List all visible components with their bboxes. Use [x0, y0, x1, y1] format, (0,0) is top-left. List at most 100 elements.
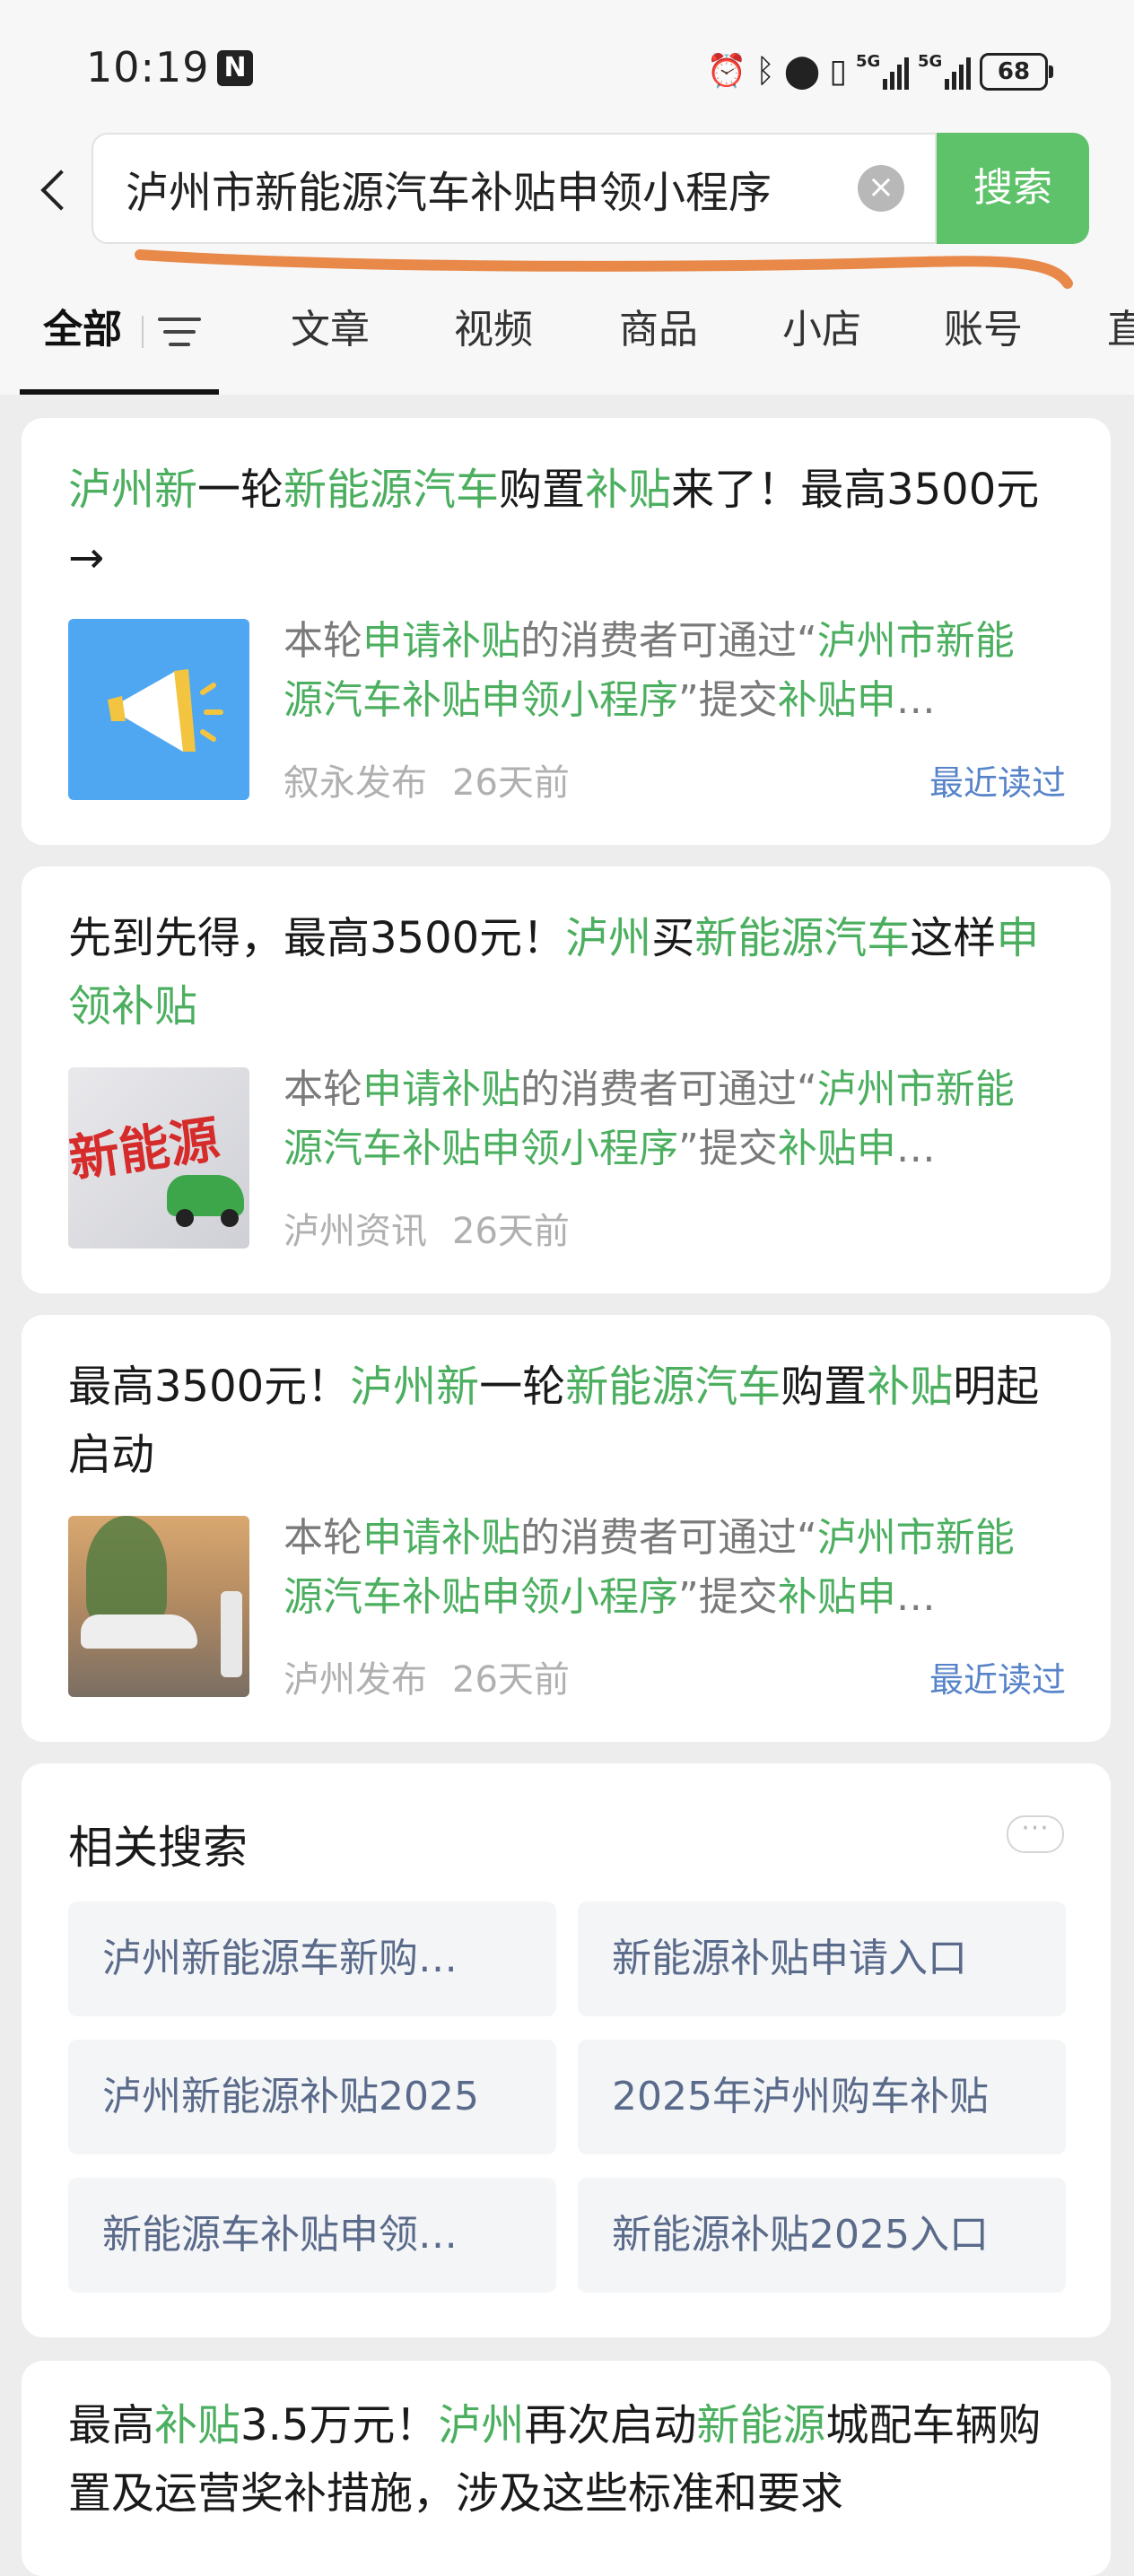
result-time: 26天前	[452, 1659, 570, 1701]
highlighted-keyword: 申请补贴	[362, 1515, 520, 1561]
result-time: 26天前	[452, 762, 570, 804]
tab-more[interactable]: 直	[1107, 296, 1134, 395]
result-thumbnail	[68, 619, 249, 800]
bluetooth-icon: ᛒ	[755, 53, 775, 90]
result-card[interactable]: 泸州新一轮新能源汽车购置补贴来了！最高3500元→ 本轮申请补贴的消费者可通过“…	[22, 418, 1111, 845]
related-search-chip[interactable]: 新能源补贴申请入口	[578, 1902, 1066, 2016]
highlighted-keyword: 补贴	[867, 1362, 954, 1412]
location-icon: ⬤	[783, 53, 821, 90]
result-thumbnail	[68, 1516, 249, 1697]
result-title[interactable]: 先到先得，最高3500元！泸州买新能源汽车这样申领补贴	[68, 904, 1073, 1040]
filter-icon[interactable]	[158, 316, 201, 348]
text-segment: 买	[651, 913, 695, 963]
highlighted-keyword: 申请补贴	[362, 618, 520, 664]
result-source[interactable]: 泸州资讯	[284, 1211, 427, 1252]
highlighted-keyword: 新能源汽车	[565, 1362, 781, 1412]
result-snippet: 本轮申请补贴的消费者可通过“泸州市新能源汽车补贴申领小程序”提交补贴申…	[284, 612, 1037, 730]
text-segment: 购置	[499, 465, 586, 515]
text-segment: 的消费者可通过“	[520, 1066, 817, 1112]
related-search-chip[interactable]: 新能源车补贴申领…	[68, 2178, 556, 2293]
related-search-chip[interactable]: 新能源补贴2025入口	[578, 2178, 1066, 2293]
search-box[interactable]: ×	[92, 133, 937, 244]
result-thumbnail: 新能源	[68, 1067, 249, 1249]
tab-articles[interactable]: 文章	[291, 296, 370, 395]
tab-videos[interactable]: 视频	[454, 296, 533, 395]
nfc-icon: N	[217, 50, 253, 86]
text-segment: ”提交	[678, 1126, 778, 1171]
status-icons: ⏰ ᛒ ⬤ ▯ 5G 5G 68	[706, 45, 1053, 99]
result-source[interactable]: 叙永发布	[284, 762, 427, 804]
highlighted-keyword: 新能源	[696, 2400, 826, 2450]
text-segment: 最高	[68, 2400, 155, 2450]
highlighted-keyword: 补贴申	[777, 677, 896, 723]
annotation-underline	[135, 249, 1073, 289]
text-segment: 3.5万元！	[240, 2400, 439, 2450]
text-segment: 一轮	[479, 1362, 566, 1412]
result-meta: 泸州资讯 26天前	[284, 1202, 570, 1254]
text-segment: 再次启动	[524, 2400, 697, 2450]
related-search-chip[interactable]: 泸州新能源补贴2025	[68, 2040, 556, 2154]
status-time: 10:19	[86, 43, 210, 91]
text-segment: …	[895, 1126, 936, 1171]
highlighted-keyword: 泸州	[565, 913, 652, 963]
tab-all[interactable]: 全部	[43, 296, 122, 395]
highlighted-keyword: 泸州新	[68, 465, 198, 515]
text-segment: 这样	[910, 913, 997, 963]
highlighted-keyword: 补贴申	[777, 1574, 896, 1620]
active-tab-indicator	[20, 389, 219, 395]
clear-icon[interactable]: ×	[858, 165, 904, 212]
result-meta: 泸州发布 26天前	[284, 1650, 570, 1702]
result-meta: 叙永发布 26天前	[284, 753, 570, 805]
car-illustration	[81, 1614, 197, 1649]
highlighted-keyword: 泸州新	[350, 1362, 480, 1412]
recently-read-badge: 最近读过	[929, 1660, 1066, 1700]
text-segment: 先到先得，最高3500元！	[68, 913, 566, 963]
result-card[interactable]: 最高补贴3.5万元！泸州再次启动新能源城配车辆购置及运营奖补措施，涉及这些标准和…	[22, 2361, 1111, 2576]
related-search-chip[interactable]: 泸州新能源车新购…	[68, 1902, 556, 2016]
vibrate-icon: ▯	[829, 53, 847, 90]
tab-goods[interactable]: 商品	[619, 296, 698, 395]
battery-icon: 68	[980, 53, 1053, 91]
tab-accounts[interactable]: 账号	[944, 296, 1023, 395]
signal-icon: 5G	[856, 52, 909, 90]
more-options-icon[interactable]: ···	[1007, 1815, 1064, 1853]
top-bar-area: 10:19 N ⏰ ᛒ ⬤ ▯ 5G 5G 68 × 搜索 全部	[0, 0, 1134, 395]
tab-shops[interactable]: 小店	[782, 296, 861, 395]
tab-divider	[142, 316, 144, 348]
related-search-chip[interactable]: 2025年泸州购车补贴	[578, 2040, 1066, 2154]
text-segment: 最高3500元！	[68, 1362, 351, 1412]
result-title[interactable]: 泸州新一轮新能源汽车购置补贴来了！最高3500元→	[68, 456, 1073, 592]
highlighted-keyword: 泸州	[438, 2400, 525, 2450]
search-button[interactable]: 搜索	[937, 133, 1089, 244]
recently-read-badge: 最近读过	[929, 763, 1066, 803]
result-time: 26天前	[452, 1211, 570, 1252]
result-card[interactable]: 最高3500元！泸州新一轮新能源汽车购置补贴明起启动 本轮申请补贴的消费者可通过…	[22, 1315, 1111, 1742]
result-snippet: 本轮申请补贴的消费者可通过“泸州市新能源汽车补贴申领小程序”提交补贴申…	[284, 1509, 1037, 1627]
status-bar: 10:19 N ⏰ ᛒ ⬤ ▯ 5G 5G 68	[0, 0, 1134, 135]
text-segment: 的消费者可通过“	[520, 618, 817, 664]
tree-illustration	[86, 1516, 167, 1623]
text-segment: 一轮	[197, 465, 284, 515]
result-snippet: 本轮申请补贴的消费者可通过“泸州市新能源汽车补贴申领小程序”提交补贴申…	[284, 1060, 1037, 1179]
megaphone-icon	[108, 669, 223, 752]
text-segment: 购置	[781, 1362, 868, 1412]
result-source[interactable]: 泸州发布	[284, 1659, 427, 1701]
highlighted-keyword: 新能源汽车	[284, 465, 500, 515]
result-title[interactable]: 最高3500元！泸州新一轮新能源汽车购置补贴明起启动	[68, 1353, 1073, 1489]
text-segment: …	[895, 677, 936, 723]
text-segment: ”提交	[678, 1574, 778, 1620]
highlighted-keyword: 申请补贴	[362, 1066, 520, 1112]
text-segment: 本轮	[284, 1515, 362, 1561]
result-title[interactable]: 最高补贴3.5万元！泸州再次启动新能源城配车辆购置及运营奖补措施，涉及这些标准和…	[68, 2391, 1073, 2528]
text-segment: …	[895, 1574, 936, 1620]
alarm-icon: ⏰	[706, 53, 747, 90]
back-button[interactable]	[36, 163, 72, 213]
result-card[interactable]: 先到先得，最高3500元！泸州买新能源汽车这样申领补贴 新能源 本轮申请补贴的消…	[22, 866, 1111, 1293]
filter-tabs: 全部 文章 视频 商品 小店 账号 直	[0, 296, 1134, 395]
highlighted-keyword: 补贴	[154, 2400, 241, 2450]
search-input[interactable]	[126, 135, 861, 242]
related-searches-card: 相关搜索 ··· 泸州新能源车新购… 新能源补贴申请入口 泸州新能源补贴2025…	[22, 1763, 1111, 2337]
highlighted-keyword: 补贴	[585, 465, 672, 515]
text-segment: 本轮	[284, 1066, 362, 1112]
text-segment: ”提交	[678, 677, 778, 723]
